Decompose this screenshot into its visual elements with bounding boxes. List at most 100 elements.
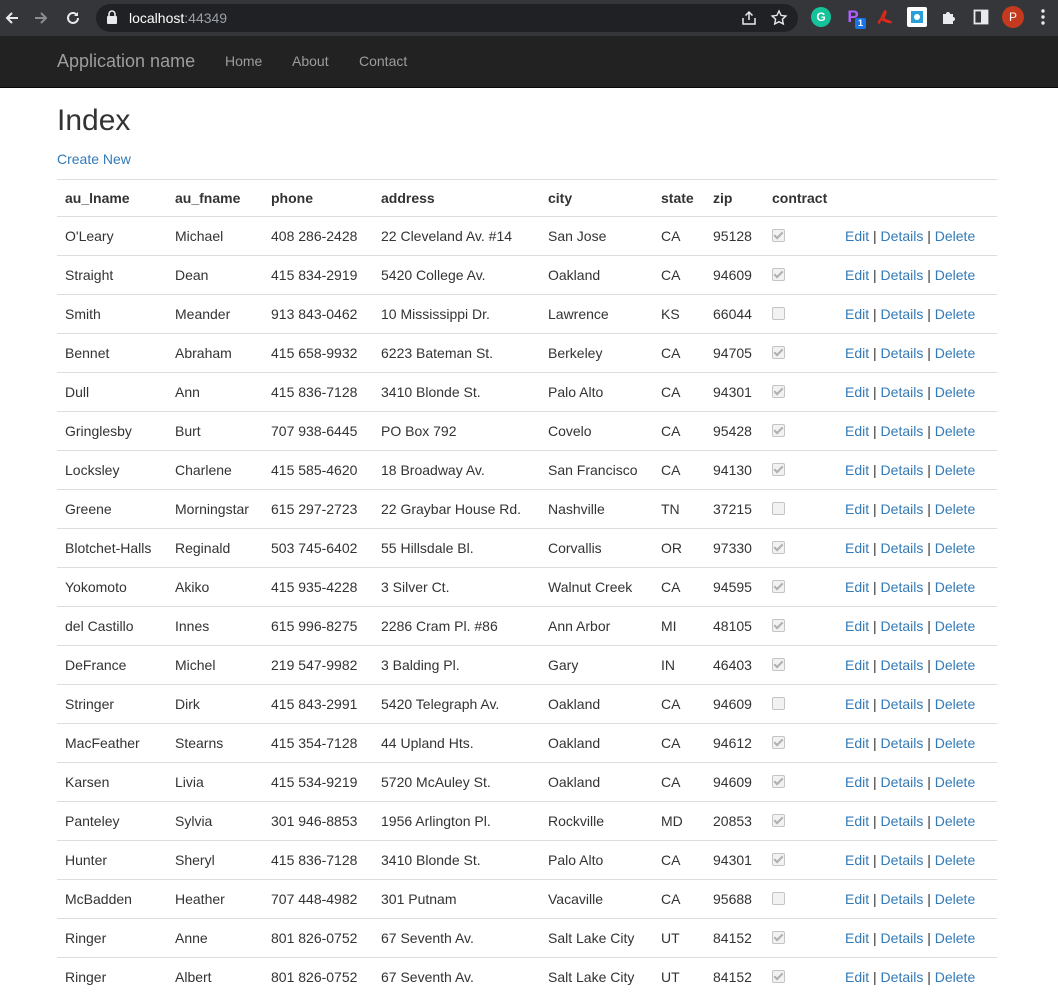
delete-link[interactable]: Delete [935,969,975,985]
nav-link-home[interactable]: Home [225,53,262,69]
details-link[interactable]: Details [881,540,924,556]
delete-link[interactable]: Delete [935,267,975,283]
delete-link[interactable]: Delete [935,579,975,595]
column-header[interactable]: state [653,180,705,217]
column-header[interactable]: address [373,180,540,217]
details-link[interactable]: Details [881,384,924,400]
edit-link[interactable]: Edit [845,657,869,673]
edit-link[interactable]: Edit [845,228,869,244]
edit-link[interactable]: Edit [845,891,869,907]
details-link[interactable]: Details [881,696,924,712]
edit-link[interactable]: Edit [845,384,869,400]
edit-link[interactable]: Edit [845,930,869,946]
edit-link[interactable]: Edit [845,423,869,439]
url-text[interactable]: localhost:44349 [129,10,227,26]
delete-link[interactable]: Delete [935,735,975,751]
details-link[interactable]: Details [881,501,924,517]
edit-link[interactable]: Edit [845,462,869,478]
details-link[interactable]: Details [881,891,924,907]
more-menu-icon[interactable] [1040,8,1046,31]
nav-link-contact[interactable]: Contact [359,53,407,69]
screenshot-extension-icon[interactable] [907,7,927,27]
details-link[interactable]: Details [881,423,924,439]
edit-link[interactable]: Edit [845,618,869,634]
edit-link[interactable]: Edit [845,852,869,868]
edit-link[interactable]: Edit [845,735,869,751]
column-header[interactable]: phone [263,180,373,217]
delete-link[interactable]: Delete [935,228,975,244]
delete-link[interactable]: Delete [935,540,975,556]
table-row: PanteleySylvia301 946-88531956 Arlington… [57,802,997,841]
delete-link[interactable]: Delete [935,930,975,946]
details-link[interactable]: Details [881,735,924,751]
delete-link[interactable]: Delete [935,891,975,907]
column-header[interactable]: city [540,180,653,217]
side-panel-icon[interactable] [971,7,991,27]
delete-link[interactable]: Delete [935,852,975,868]
delete-link[interactable]: Delete [935,696,975,712]
nav-link-about[interactable]: About [292,53,329,69]
column-header[interactable]: zip [705,180,764,217]
profile-avatar[interactable]: P [1002,6,1024,28]
delete-link[interactable]: Delete [935,384,975,400]
details-link[interactable]: Details [881,228,924,244]
extensions-puzzle-icon[interactable] [939,7,959,27]
delete-link[interactable]: Delete [935,813,975,829]
action-separator: | [873,423,877,439]
delete-link[interactable]: Delete [935,774,975,790]
back-arrow-icon[interactable] [0,6,24,30]
details-link[interactable]: Details [881,579,924,595]
address-bar[interactable]: localhost:44349 [96,4,798,32]
cell-phone: 415 843-2991 [263,685,373,724]
edit-link[interactable]: Edit [845,501,869,517]
bookmark-star-icon[interactable] [770,9,788,32]
navbar-brand-link[interactable]: Application name [57,51,195,72]
delete-link[interactable]: Delete [935,501,975,517]
p-extension-icon[interactable]: P1 [843,7,863,27]
details-link[interactable]: Details [881,813,924,829]
cell-state: CA [653,763,705,802]
cell-au-lname: Bennet [57,334,167,373]
edit-link[interactable]: Edit [845,579,869,595]
create-new-link[interactable]: Create New [57,151,131,167]
column-header[interactable]: au_fname [167,180,263,217]
column-header[interactable]: contract [764,180,837,217]
cell-state: UT [653,958,705,996]
acrobat-extension-icon[interactable] [875,7,895,27]
delete-link[interactable]: Delete [935,345,975,361]
details-link[interactable]: Details [881,306,924,322]
cell-zip: 95128 [705,217,764,256]
edit-link[interactable]: Edit [845,540,869,556]
edit-link[interactable]: Edit [845,774,869,790]
edit-link[interactable]: Edit [845,306,869,322]
details-link[interactable]: Details [881,852,924,868]
details-link[interactable]: Details [881,267,924,283]
details-link[interactable]: Details [881,930,924,946]
edit-link[interactable]: Edit [845,969,869,985]
share-icon[interactable] [740,9,758,32]
delete-link[interactable]: Delete [935,618,975,634]
details-link[interactable]: Details [881,774,924,790]
edit-link[interactable]: Edit [845,696,869,712]
cell-phone: 415 834-2919 [263,256,373,295]
grammarly-extension-icon[interactable]: G [811,7,831,27]
cell-zip: 94705 [705,334,764,373]
edit-link[interactable]: Edit [845,345,869,361]
details-link[interactable]: Details [881,345,924,361]
details-link[interactable]: Details [881,462,924,478]
forward-arrow-icon[interactable] [29,6,53,30]
details-link[interactable]: Details [881,969,924,985]
details-link[interactable]: Details [881,618,924,634]
lock-icon[interactable] [106,10,118,30]
edit-link[interactable]: Edit [845,267,869,283]
delete-link[interactable]: Delete [935,462,975,478]
url-host: localhost [129,10,184,26]
delete-link[interactable]: Delete [935,306,975,322]
delete-link[interactable]: Delete [935,657,975,673]
column-header[interactable]: au_lname [57,180,167,217]
delete-link[interactable]: Delete [935,423,975,439]
reload-icon[interactable] [61,6,85,30]
details-link[interactable]: Details [881,657,924,673]
edit-link[interactable]: Edit [845,813,869,829]
cell-au-lname: Panteley [57,802,167,841]
